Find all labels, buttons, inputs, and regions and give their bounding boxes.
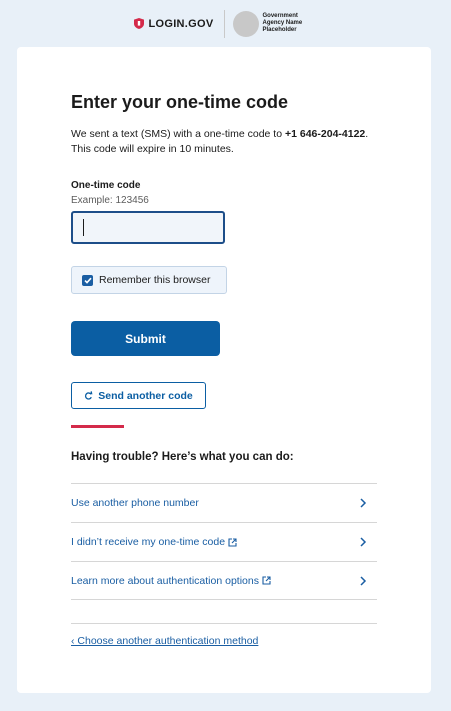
checkbox-checked-icon[interactable] [82,274,93,286]
option-text: Use another phone number [71,497,199,509]
chevron-right-icon [360,537,367,547]
chevron-right-icon [360,575,367,586]
one-time-code-input[interactable] [71,211,225,244]
trouble-options-list: Use another phone number I didn’t receiv… [71,483,377,600]
external-link-icon [262,576,271,585]
code-field-hint: Example: 123456 [71,195,149,206]
chevron-right-icon [360,498,367,508]
login-gov-logo[interactable]: LOGIN.GOV [134,18,213,30]
option-label: I didn’t receive my one-time code [71,536,237,548]
main-card: Enter your one-time code We sent a text … [17,47,431,693]
agency-name: Government Agency Name Placeholder [262,13,303,33]
trouble-heading: Having trouble? Here’s what you can do: [71,451,294,463]
checkmark-icon [83,277,92,284]
agency-logo-placeholder [232,10,259,37]
intro-text: We sent a text (SMS) with a one-time cod… [71,127,371,157]
option-text: I didn’t receive my one-time code [71,536,226,548]
text-caret [83,219,84,236]
send-another-code-button[interactable]: Send another code [71,382,206,409]
shield-icon [134,18,145,29]
brand-name: LOGIN.GOV [148,17,214,30]
code-field-label: One-time code [71,180,141,191]
option-didnt-receive-code[interactable]: I didn’t receive my one-time code [71,522,377,561]
send-another-code-label: Send another code [98,389,193,402]
submit-button[interactable]: Submit [71,321,220,356]
option-text: Learn more about authentication options [71,574,259,587]
choose-another-method-link[interactable]: ‹ Choose another authentication method [71,635,258,647]
refresh-icon [85,390,93,400]
remember-browser-label: Remember this browser [99,274,211,286]
header-divider [223,9,225,38]
option-learn-auth-options[interactable]: Learn more about authentication options [71,561,377,600]
page-title: Enter your one-time code [71,92,289,112]
option-label: Learn more about authentication options [71,575,271,587]
intro-prefix: We sent a text (SMS) with a one-time cod… [71,128,285,140]
footer-divider [71,623,377,624]
option-label: Use another phone number [71,497,199,509]
remember-browser-checkbox[interactable]: Remember this browser [71,266,227,294]
phone-number: +1 646-204-4122 [284,128,366,140]
external-link-icon [228,537,237,547]
agency-branding: Government Agency Name Placeholder [232,10,317,37]
option-use-another-phone[interactable]: Use another phone number [71,483,377,522]
site-header: LOGIN.GOV Government Agency Name Placeho… [0,0,451,47]
section-accent-rule [71,425,124,428]
